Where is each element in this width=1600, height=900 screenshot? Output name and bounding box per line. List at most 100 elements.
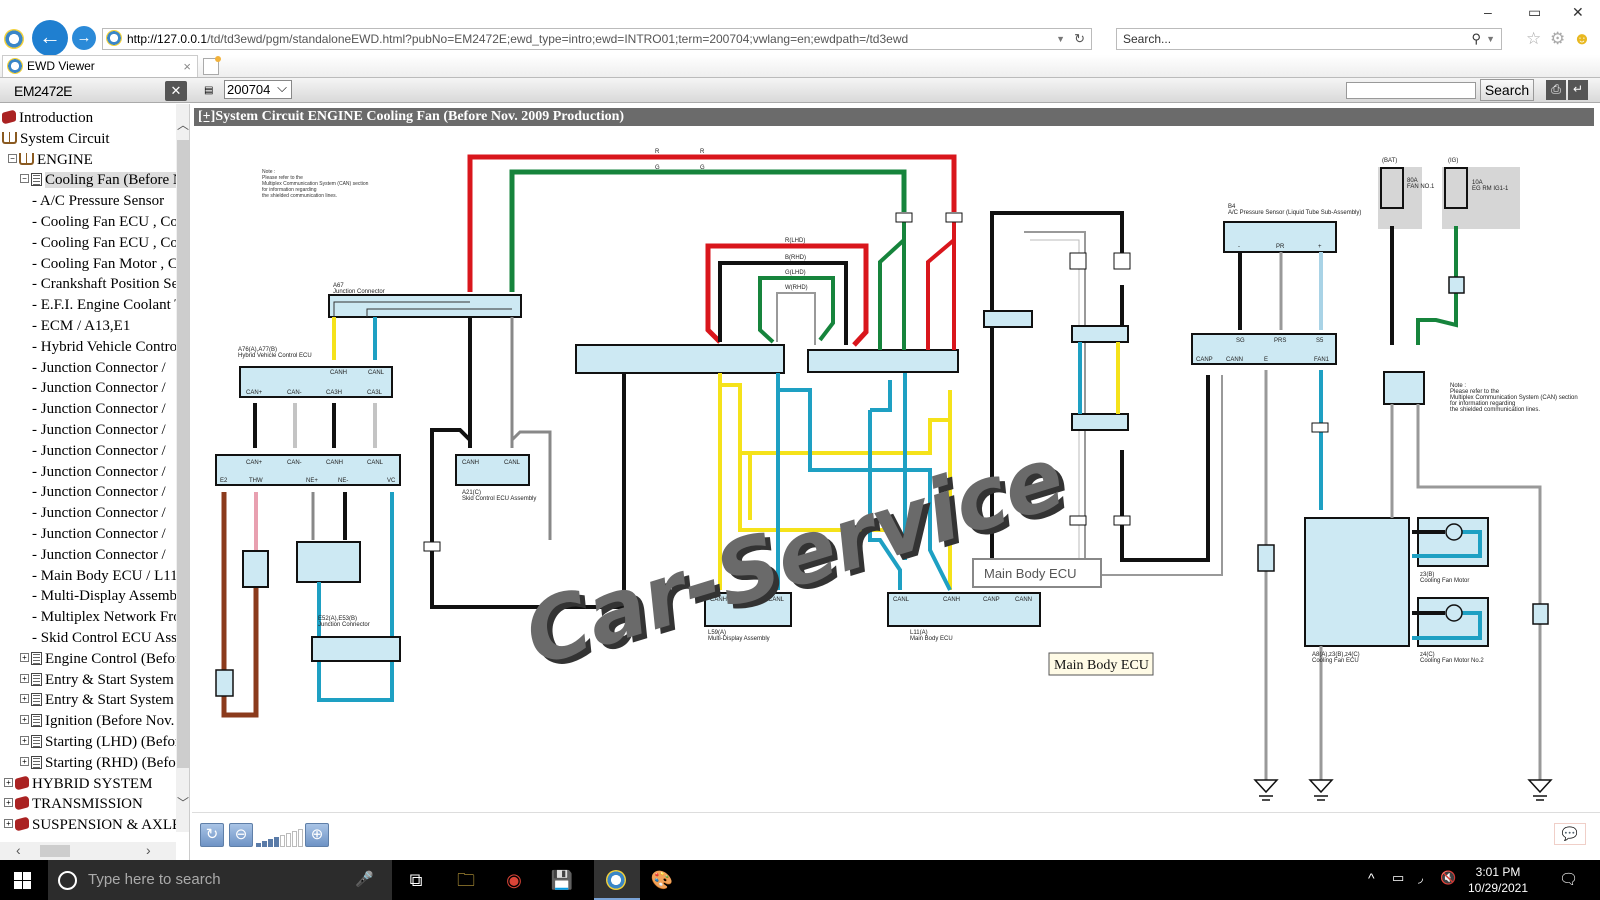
search-dropdown-icon[interactable]: ▼ [1486, 29, 1495, 49]
feedback-comment-icon[interactable]: 💬 [1554, 823, 1586, 845]
battery-icon[interactable]: ▭ [1392, 870, 1404, 886]
tree-item[interactable]: - Junction Connector / [0, 420, 176, 441]
expand-icon[interactable]: + [20, 673, 29, 683]
chrome-icon[interactable]: ◉ [500, 866, 528, 894]
paint-app-icon[interactable]: 🎨 [648, 866, 676, 894]
connector-lr1[interactable] [1113, 252, 1131, 270]
tree-item[interactable]: - Skid Control ECU Assembly [0, 628, 176, 649]
tree-item[interactable]: - Junction Connector / [0, 545, 176, 566]
r65-junction[interactable] [1071, 413, 1129, 431]
l58-junction[interactable] [575, 344, 785, 374]
expand-icon[interactable]: + [20, 715, 29, 725]
vertical-scroll-thumb[interactable] [177, 140, 189, 768]
e50-junction[interactable] [215, 669, 234, 697]
minimize-button[interactable]: – [1484, 4, 1492, 20]
settings-gear-icon[interactable]: ⚙ [1550, 29, 1565, 49]
connector-la1[interactable] [945, 212, 963, 223]
zoom-level-step[interactable] [274, 837, 279, 847]
zoom-level-step[interactable] [268, 839, 273, 847]
tree-item[interactable]: + Starting (LHD) (Before Nov. 2009 Produc… [0, 732, 176, 753]
search-icon[interactable]: ⚲ [1471, 29, 1481, 49]
tree-item[interactable]: System Circuit [0, 129, 176, 150]
zoom-out-button[interactable]: ⊖ [229, 823, 253, 847]
address-bar[interactable]: http://127.0.0.1/td/td3ewd/pgm/standalon… [102, 28, 1092, 50]
tree-item[interactable]: + Starting (RHD) (Before Nov. 2009 Produc… [0, 753, 176, 774]
zoom-in-button[interactable]: ⊕ [305, 823, 329, 847]
close-window-button[interactable]: ✕ [1572, 4, 1584, 21]
connector-ar1[interactable] [1113, 515, 1131, 526]
zoom-level-step[interactable] [280, 835, 285, 847]
tab-ewd-viewer[interactable]: EWD Viewer × [2, 55, 198, 77]
zoom-level-step[interactable] [292, 831, 297, 847]
volume-muted-icon[interactable]: 🔇 [1440, 870, 1456, 886]
horizontal-scroll-thumb[interactable] [40, 845, 70, 857]
tree-item[interactable]: + Ignition (Before Nov. 2009 Production) [0, 711, 176, 732]
a8-cooling-fan-ecu[interactable] [1304, 517, 1410, 647]
tree-item[interactable]: - Multiplex Network Front Light ECU [0, 607, 176, 628]
scroll-left-icon[interactable]: ‹ [16, 842, 21, 858]
e52-junction[interactable] [311, 636, 401, 662]
tree-item[interactable]: Introduction [0, 108, 176, 129]
hover-label[interactable]: Main Body ECU [1048, 652, 1154, 676]
search-button[interactable]: Search [1480, 79, 1534, 101]
tree-item[interactable]: + Engine Control (Before Nov. 2009 Produc… [0, 649, 176, 670]
l65-junction[interactable] [983, 310, 1033, 328]
expand-icon[interactable]: + [4, 777, 13, 787]
zoom-level-step[interactable] [256, 843, 261, 847]
restore-button[interactable]: ▭ [1528, 4, 1541, 21]
task-view-icon[interactable]: ⧉ [402, 866, 430, 894]
collapse-icon[interactable]: − [8, 153, 17, 163]
term-select[interactable]: 200704 [224, 79, 292, 99]
tree-item[interactable]: + TRANSMISSION [0, 794, 176, 815]
tree-item[interactable]: - Crankshaft Position Sensor [0, 274, 176, 295]
vertical-scrollbar[interactable]: ︿ ﹀ [176, 104, 189, 832]
show-hidden-icons[interactable]: ^ [1368, 870, 1375, 886]
tree-item[interactable]: - Junction Connector / [0, 441, 176, 462]
zoom-level-step[interactable] [262, 841, 267, 847]
tree-item[interactable]: + Entry & Start System [0, 690, 176, 711]
file-explorer-icon[interactable]: 🗀 [452, 866, 480, 894]
l57-junction[interactable] [807, 349, 959, 373]
a83-junction-left[interactable] [1257, 544, 1275, 572]
smiley-feedback-icon[interactable]: ☻ [1573, 29, 1591, 49]
expand-toggle[interactable]: [+] [198, 109, 215, 124]
expand-icon[interactable]: + [20, 756, 29, 766]
tree-item[interactable]: - Junction Connector / [0, 503, 176, 524]
tree-item[interactable]: − ENGINE [0, 150, 176, 171]
refresh-icon[interactable]: ↻ [1074, 29, 1085, 49]
forward-button[interactable]: → [72, 26, 96, 50]
favorites-star-icon[interactable]: ☆ [1526, 29, 1541, 49]
wiring-diagram[interactable]: Note : Please refer to the Multiplex Com… [192, 127, 1600, 827]
tree-item[interactable]: - Cooling Fan Motor , Cooling Fan Motor … [0, 254, 176, 275]
save-app-icon[interactable]: 💾 [548, 866, 576, 894]
microphone-icon[interactable]: 🎤 [355, 860, 374, 900]
expand-icon[interactable]: + [4, 819, 13, 829]
tree-item[interactable]: - Cooling Fan ECU , Cooling Fan Motor [0, 212, 176, 233]
tree-item[interactable]: - Multi-Display Assembly [0, 586, 176, 607]
zoom-level-step[interactable] [286, 833, 291, 847]
r40-junction[interactable] [1071, 325, 1129, 343]
connector-la1[interactable] [895, 212, 913, 223]
back-button[interactable]: ← [32, 20, 68, 56]
fan-no1-relay[interactable] [1383, 371, 1425, 405]
tree-item[interactable]: - Junction Connector / [0, 482, 176, 503]
a67-junction-box[interactable] [328, 294, 522, 318]
expand-icon[interactable]: + [4, 798, 13, 808]
list-icon[interactable]: ▤ [204, 85, 213, 96]
tree-item[interactable]: - A/C Pressure Sensor [0, 191, 176, 212]
ie-taskbar-button[interactable] [594, 860, 640, 900]
tree-item[interactable]: - Junction Connector / [0, 358, 176, 379]
tree-item[interactable]: - Junction Connector / [0, 462, 176, 483]
tree-item[interactable]: + HYBRID SYSTEM [0, 774, 176, 795]
scroll-right-icon[interactable]: › [146, 842, 151, 858]
connector-la2[interactable] [423, 541, 441, 552]
diagram-search-input[interactable] [1346, 82, 1476, 99]
start-button[interactable] [14, 872, 31, 889]
tree-item[interactable]: - Junction Connector / [0, 378, 176, 399]
print-icon[interactable]: ⎙ [1546, 80, 1566, 100]
a85-junction[interactable] [1448, 276, 1465, 294]
horizontal-scrollbar[interactable]: ‹ › [0, 842, 176, 860]
new-tab-button[interactable] [203, 56, 221, 75]
scroll-down-icon[interactable]: ﹀ [177, 794, 189, 810]
url-dropdown-icon[interactable]: ▼ [1056, 29, 1065, 49]
